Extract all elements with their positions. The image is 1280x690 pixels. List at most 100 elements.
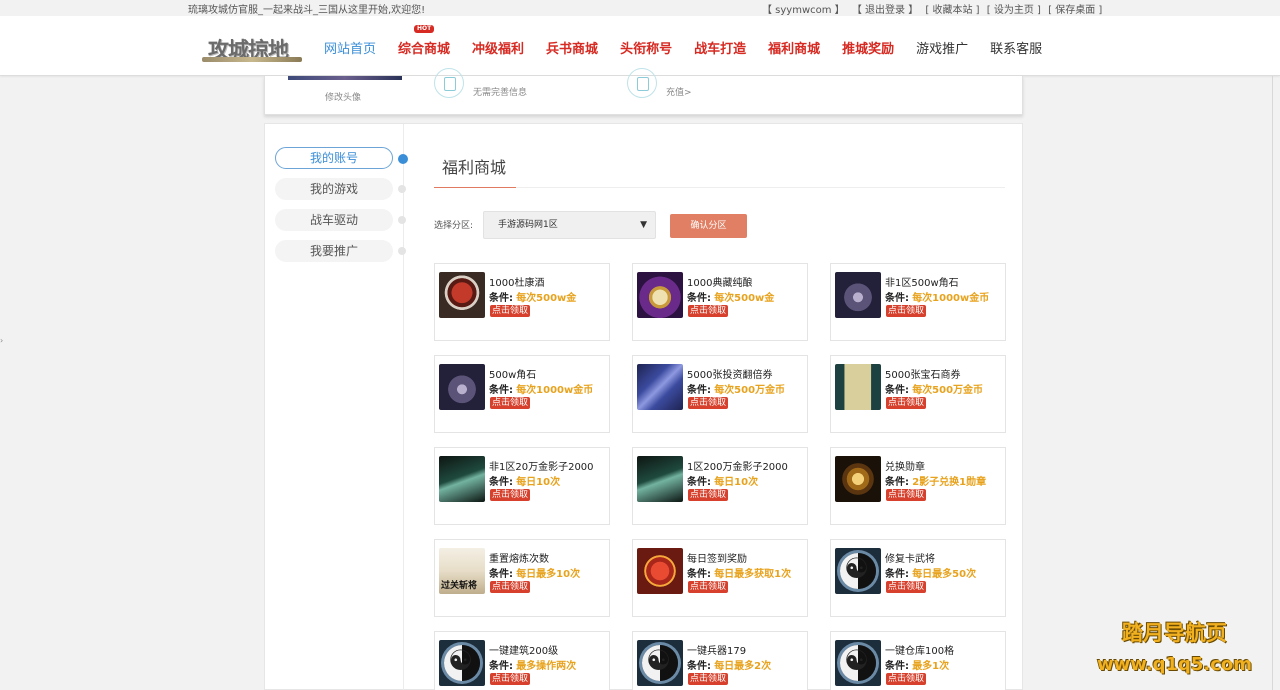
item-condition: 条件: 每日最多10次 [489,565,580,580]
reward-card: 重置熔炼次数 条件: 每日最多10次 点击领取 [434,539,610,617]
nav-chariot[interactable]: 战车打造 [694,38,746,57]
item-name: 非1区500w角石 [885,278,959,289]
main-panel: 我的账号 我的游戏 战车驱动 我要推广 福利商城 选择分区: 手游源码网1区 ▼… [264,123,1023,690]
item-name: 1000典藏纯酿 [687,278,753,289]
reward-card: 每日签到奖励 条件: 每日最多获取1次 点击领取 [632,539,808,617]
watermark-title: 踏月导航页 [1122,621,1227,645]
sidebar-active-dot [398,154,408,164]
document-icon [434,68,464,98]
condition-value: 每次500w金 [714,293,775,304]
claim-button[interactable]: 点击领取 [886,673,927,685]
shadow-icon [637,456,683,502]
item-condition: 条件: 每日10次 [687,473,758,488]
zone-select[interactable]: 手游源码网1区 ▼ [483,211,656,239]
nav-level-rewards[interactable]: 冲级福利 [472,38,524,57]
reward-card: 1000典藏纯酿 条件: 每次500w金 点击领取 [632,263,808,341]
condition-label: 条件: [489,477,513,488]
change-avatar-link[interactable]: 修改头像 [325,90,361,103]
condition-label: 条件: [885,477,909,488]
bookmark-link[interactable]: [ 收藏本站 ] [925,5,979,16]
claim-button[interactable]: 点击领取 [490,305,531,317]
site-header: 攻城掠地 网站首页 综合商城 HOT 冲级福利 兵书商城 头衔称号 战车打造 福利… [0,16,1280,76]
stone-icon [835,272,881,318]
item-name: 5000张宝石商券 [885,370,961,381]
claim-button[interactable]: 点击领取 [886,581,927,593]
claim-button[interactable]: 点击领取 [688,397,729,409]
watermark-url: www.q1q5.com [1097,654,1253,675]
item-name: 修复卡武将 [885,554,935,565]
site-logo[interactable]: 攻城掠地 [202,30,302,66]
item-condition: 条件: 每次500万金币 [687,381,785,396]
claim-button[interactable]: 点击领取 [688,489,729,501]
reward-card: 兑换勋章 条件: 2影子兑换1勋章 点击领取 [830,447,1006,525]
taiji-icon [835,548,881,594]
condition-value: 每次1000w金币 [516,385,594,396]
item-condition: 条件: 2影子兑换1勋章 [885,473,986,488]
title-divider-accent [434,187,516,188]
save-desktop-link[interactable]: [ 保存桌面 ] [1048,5,1102,16]
condition-label: 条件: [489,385,513,396]
nav-general-shop[interactable]: 综合商城 HOT [398,25,450,57]
nav-promotion[interactable]: 游戏推广 [916,38,968,57]
logout-link[interactable]: 【 退出登录 】 [852,5,918,16]
reward-card: 500w角石 条件: 每次1000w金币 点击领取 [434,355,610,433]
claim-button[interactable]: 点击领取 [490,673,531,685]
claim-button[interactable]: 点击领取 [490,397,531,409]
nav-titles[interactable]: 头衔称号 [620,38,672,57]
item-condition: 条件: 最多1次 [885,657,949,672]
reward-card: 一键仓库100格 条件: 最多1次 点击领取 [830,631,1006,690]
sidebar-dot [398,216,406,224]
item-name: 非1区20万金影子2000 [489,462,594,473]
condition-value: 每日最多10次 [516,569,581,580]
nav-home[interactable]: 网站首页 [324,38,376,57]
top-links: 【 syymwcom 】 【 退出登录 】 [ 收藏本站 ] [ 设为主页 ] … [762,1,1106,16]
item-condition: 条件: 每次500万金币 [885,381,983,396]
sidebar-item-chariot-driver[interactable]: 战车驱动 [275,209,393,231]
claim-button[interactable]: 点击领取 [490,581,531,593]
avatar[interactable] [288,76,402,80]
reward-card: 5000张宝石商券 条件: 每次500万金币 点击领取 [830,355,1006,433]
claim-button[interactable]: 点击领取 [688,305,729,317]
condition-value: 每次500万金币 [912,385,984,396]
taiji-icon [637,640,683,686]
chevron-right-icon: › [0,336,4,345]
condition-value: 每日最多50次 [912,569,977,580]
sidebar-item-promote[interactable]: 我要推广 [275,240,393,262]
hot-badge: HOT [414,25,435,33]
nav-city-rewards[interactable]: 推城奖励 [842,38,894,57]
nav-support[interactable]: 联系客服 [990,38,1042,57]
nav-book-shop[interactable]: 兵书商城 [546,38,598,57]
recharge-link[interactable]: 充值> [666,85,692,98]
claim-button[interactable]: 点击领取 [688,673,729,685]
reward-card: 一键兵器179 条件: 每日最多2次 点击领取 [632,631,808,690]
condition-value: 每次1000w金币 [912,293,990,304]
claim-button[interactable]: 点击领取 [886,305,927,317]
main-nav: 网站首页 综合商城 HOT 冲级福利 兵书商城 头衔称号 战车打造 福利商城 推城… [324,25,1064,57]
profile-card: 修改头像 无需完善信息 充值> [264,68,1023,115]
sidebar-item-my-games[interactable]: 我的游戏 [275,178,393,200]
confirm-zone-button[interactable]: 确认分区 [670,214,747,238]
claim-button[interactable]: 点击领取 [490,489,531,501]
nav-welfare-shop[interactable]: 福利商城 [768,38,820,57]
claim-button[interactable]: 点击领取 [886,489,927,501]
title-divider [434,187,1005,188]
set-homepage-link[interactable]: [ 设为主页 ] [987,5,1041,16]
condition-label: 条件: [885,293,909,304]
claim-button[interactable]: 点击领取 [688,581,729,593]
item-name: 重置熔炼次数 [489,554,549,565]
item-name: 5000张投资翻倍券 [687,370,773,381]
condition-label: 条件: [687,385,711,396]
item-condition: 条件: 每次500w金 [489,289,576,304]
claim-button[interactable]: 点击领取 [886,397,927,409]
page-edge-line [1272,76,1273,690]
jewel-scroll-icon [835,364,881,410]
account-link[interactable]: 【 syymwcom 】 [762,5,845,16]
item-condition: 条件: 每日最多2次 [687,657,771,672]
item-condition: 条件: 最多操作两次 [489,657,576,672]
gift-icon [637,548,683,594]
item-condition: 条件: 每日最多50次 [885,565,976,580]
profile-info-text: 无需完善信息 [473,88,528,98]
sidebar-item-my-account[interactable]: 我的账号 [275,147,393,169]
condition-label: 条件: [687,661,711,672]
reward-card: 非1区20万金影子2000 条件: 每日10次 点击领取 [434,447,610,525]
